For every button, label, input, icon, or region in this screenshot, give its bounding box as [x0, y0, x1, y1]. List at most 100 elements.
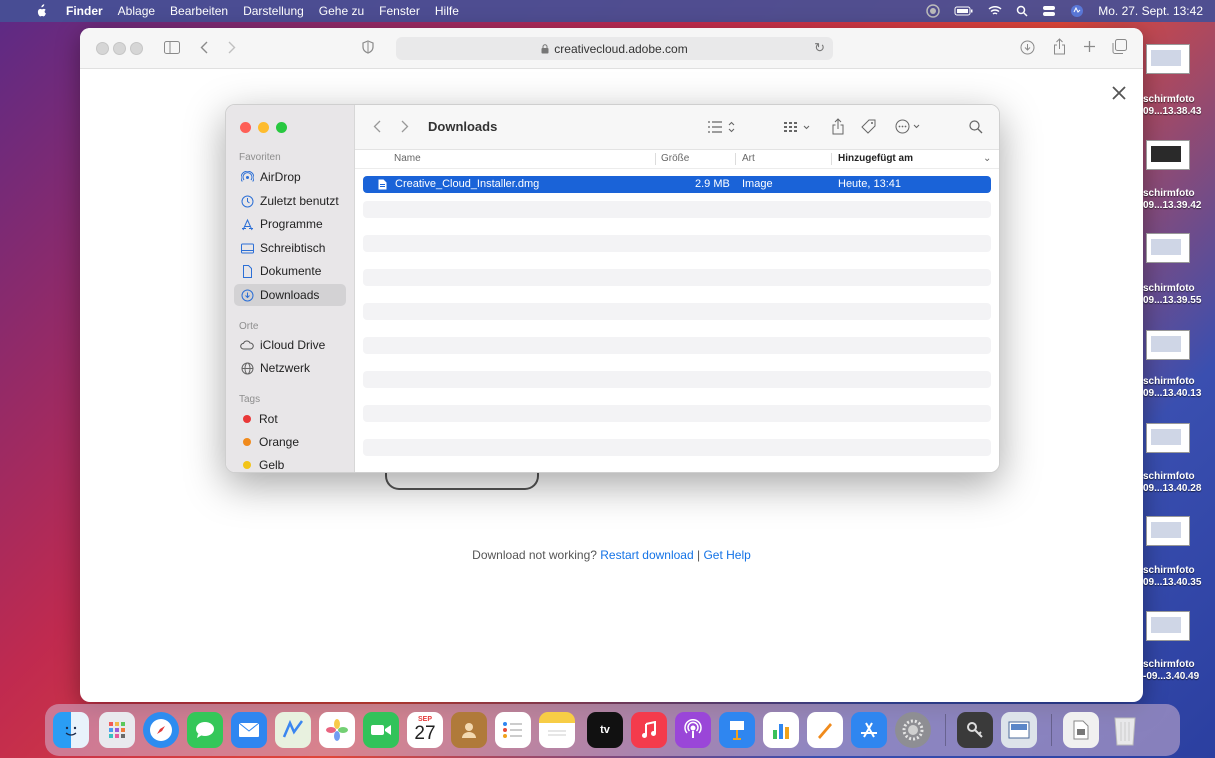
- siri-icon[interactable]: [1070, 4, 1084, 18]
- safari-dock-icon[interactable]: [143, 712, 179, 748]
- finder-content: Downloads Name Größe Art Hinzugefügt am …: [355, 105, 999, 472]
- sidebar-tag-rot[interactable]: Rot: [234, 408, 346, 430]
- finder-search-icon[interactable]: [969, 120, 983, 134]
- sidebar-item-icloud-drive[interactable]: iCloud Drive: [234, 334, 346, 356]
- tag-icon[interactable]: [861, 119, 876, 134]
- sidebar-tag-orange[interactable]: Orange: [234, 431, 346, 453]
- finder-window: Favoriten AirDrop Zuletzt benutzt Progra…: [225, 104, 1000, 473]
- spotlight-icon[interactable]: [1016, 5, 1028, 17]
- finder-zoom-button[interactable]: [276, 122, 287, 133]
- finder-back-icon[interactable]: [373, 120, 381, 133]
- sidebar-item-programme[interactable]: Programme: [234, 213, 346, 235]
- column-header-name[interactable]: Name: [394, 153, 421, 164]
- sidebar-item-airdrop[interactable]: AirDrop: [234, 166, 346, 188]
- tv-label: tv: [600, 724, 610, 736]
- menu-ablage[interactable]: Ablage: [118, 4, 155, 18]
- window-zoom-button[interactable]: [130, 42, 143, 55]
- app-store-dock-icon[interactable]: [851, 712, 887, 748]
- keynote-dock-icon[interactable]: [719, 712, 755, 748]
- reload-icon[interactable]: ↻: [814, 40, 825, 56]
- menu-bearbeiten[interactable]: Bearbeiten: [170, 4, 228, 18]
- sidebar-item-dokumente[interactable]: Dokumente: [234, 260, 346, 282]
- facetime-dock-icon[interactable]: [363, 712, 399, 748]
- maps-dock-icon[interactable]: [275, 712, 311, 748]
- finder-share-icon[interactable]: [832, 118, 844, 135]
- mail-dock-icon[interactable]: [231, 712, 267, 748]
- screenshot-thumbnail-icon: [1146, 233, 1190, 263]
- control-center-icon[interactable]: [1042, 5, 1056, 17]
- music-dock-icon[interactable]: [631, 712, 667, 748]
- more-actions-icon[interactable]: [895, 119, 925, 134]
- downloads-stack-dock-icon[interactable]: [1063, 712, 1099, 748]
- get-help-link[interactable]: Get Help: [703, 548, 750, 562]
- launchpad-dock-icon[interactable]: [99, 712, 135, 748]
- reminders-dock-icon[interactable]: [495, 712, 531, 748]
- sidebar-item-label: iCloud Drive: [260, 338, 326, 352]
- menu-finder[interactable]: Finder: [66, 4, 103, 18]
- sidebar-item-label: Netzwerk: [260, 361, 311, 375]
- tab-overview-icon[interactable]: [1112, 39, 1127, 54]
- screen-record-icon[interactable]: [926, 4, 940, 18]
- close-icon[interactable]: [1112, 86, 1126, 100]
- empty-row: [363, 354, 991, 371]
- sidebar-item-downloads[interactable]: Downloads: [234, 284, 346, 306]
- privacy-shield-icon[interactable]: [362, 40, 374, 54]
- list-view-icon[interactable]: [707, 120, 737, 134]
- empty-row: [363, 337, 991, 354]
- wifi-icon[interactable]: [988, 5, 1002, 17]
- calendar-dock-icon[interactable]: SEP 27: [407, 712, 443, 748]
- menu-fenster[interactable]: Fenster: [379, 4, 420, 18]
- preview-dock-icon[interactable]: [1001, 712, 1037, 748]
- grid-view-icon[interactable]: [783, 120, 813, 134]
- finder-forward-icon[interactable]: [401, 120, 409, 133]
- messages-dock-icon[interactable]: [187, 712, 223, 748]
- window-close-button[interactable]: [96, 42, 109, 55]
- pages-dock-icon[interactable]: [807, 712, 843, 748]
- column-header-size[interactable]: Größe: [661, 153, 689, 164]
- forward-icon[interactable]: [228, 41, 236, 54]
- menu-darstellung[interactable]: Darstellung: [243, 4, 304, 18]
- keychain-dock-icon[interactable]: [957, 712, 993, 748]
- address-bar[interactable]: creativecloud.adobe.com ↻: [396, 37, 833, 60]
- address-url: creativecloud.adobe.com: [554, 41, 688, 56]
- photos-dock-icon[interactable]: [319, 712, 355, 748]
- finder-close-button[interactable]: [240, 122, 251, 133]
- table-row[interactable]: Creative_Cloud_Installer.dmg 2.9 MB Imag…: [363, 176, 991, 193]
- sidebar-toggle-icon[interactable]: [164, 41, 180, 54]
- menubar-clock[interactable]: Mo. 27. Sept. 13:42: [1098, 4, 1203, 18]
- sidebar-item-label: Gelb: [259, 458, 285, 472]
- sidebar-item-label: Rot: [259, 412, 278, 426]
- empty-row: [363, 388, 991, 405]
- column-header-added[interactable]: Hinzugefügt am: [838, 153, 913, 164]
- back-icon[interactable]: [200, 41, 208, 54]
- finder-minimize-button[interactable]: [258, 122, 269, 133]
- desktop-file-label: schirmfoto 09...13.39.55: [1143, 283, 1202, 306]
- podcasts-dock-icon[interactable]: [675, 712, 711, 748]
- notes-dock-icon[interactable]: [539, 712, 575, 748]
- apple-menu-icon[interactable]: [34, 4, 48, 18]
- system-preferences-dock-icon[interactable]: [895, 712, 931, 748]
- restart-download-link[interactable]: Restart download: [600, 548, 693, 562]
- numbers-dock-icon[interactable]: [763, 712, 799, 748]
- share-icon[interactable]: [1053, 38, 1066, 55]
- sort-chevron-icon[interactable]: ⌄: [983, 153, 991, 164]
- apple-tv-dock-icon[interactable]: tv: [587, 712, 623, 748]
- downloads-icon[interactable]: [1020, 40, 1035, 55]
- new-tab-icon[interactable]: [1083, 40, 1096, 53]
- sidebar-item-netzwerk[interactable]: Netzwerk: [234, 357, 346, 379]
- help-text: Download not working?: [472, 548, 597, 562]
- sidebar-item-schreibtisch[interactable]: Schreibtisch: [234, 237, 346, 259]
- trash-dock-icon[interactable]: [1107, 712, 1143, 748]
- battery-icon[interactable]: [954, 5, 974, 17]
- desktop-file-label: schirmfoto 09...13.40.28: [1143, 471, 1202, 494]
- finder-dock-icon[interactable]: [53, 712, 89, 748]
- empty-row: [363, 201, 991, 218]
- screenshot-thumbnail-icon: [1146, 44, 1190, 74]
- column-header-kind[interactable]: Art: [742, 153, 755, 164]
- menu-gehe-zu[interactable]: Gehe zu: [319, 4, 364, 18]
- window-minimize-button[interactable]: [113, 42, 126, 55]
- contacts-dock-icon[interactable]: [451, 712, 487, 748]
- sidebar-tag-gelb[interactable]: Gelb: [234, 454, 346, 472]
- sidebar-item-zuletzt-benutzt[interactable]: Zuletzt benutzt: [234, 190, 346, 212]
- menu-hilfe[interactable]: Hilfe: [435, 4, 459, 18]
